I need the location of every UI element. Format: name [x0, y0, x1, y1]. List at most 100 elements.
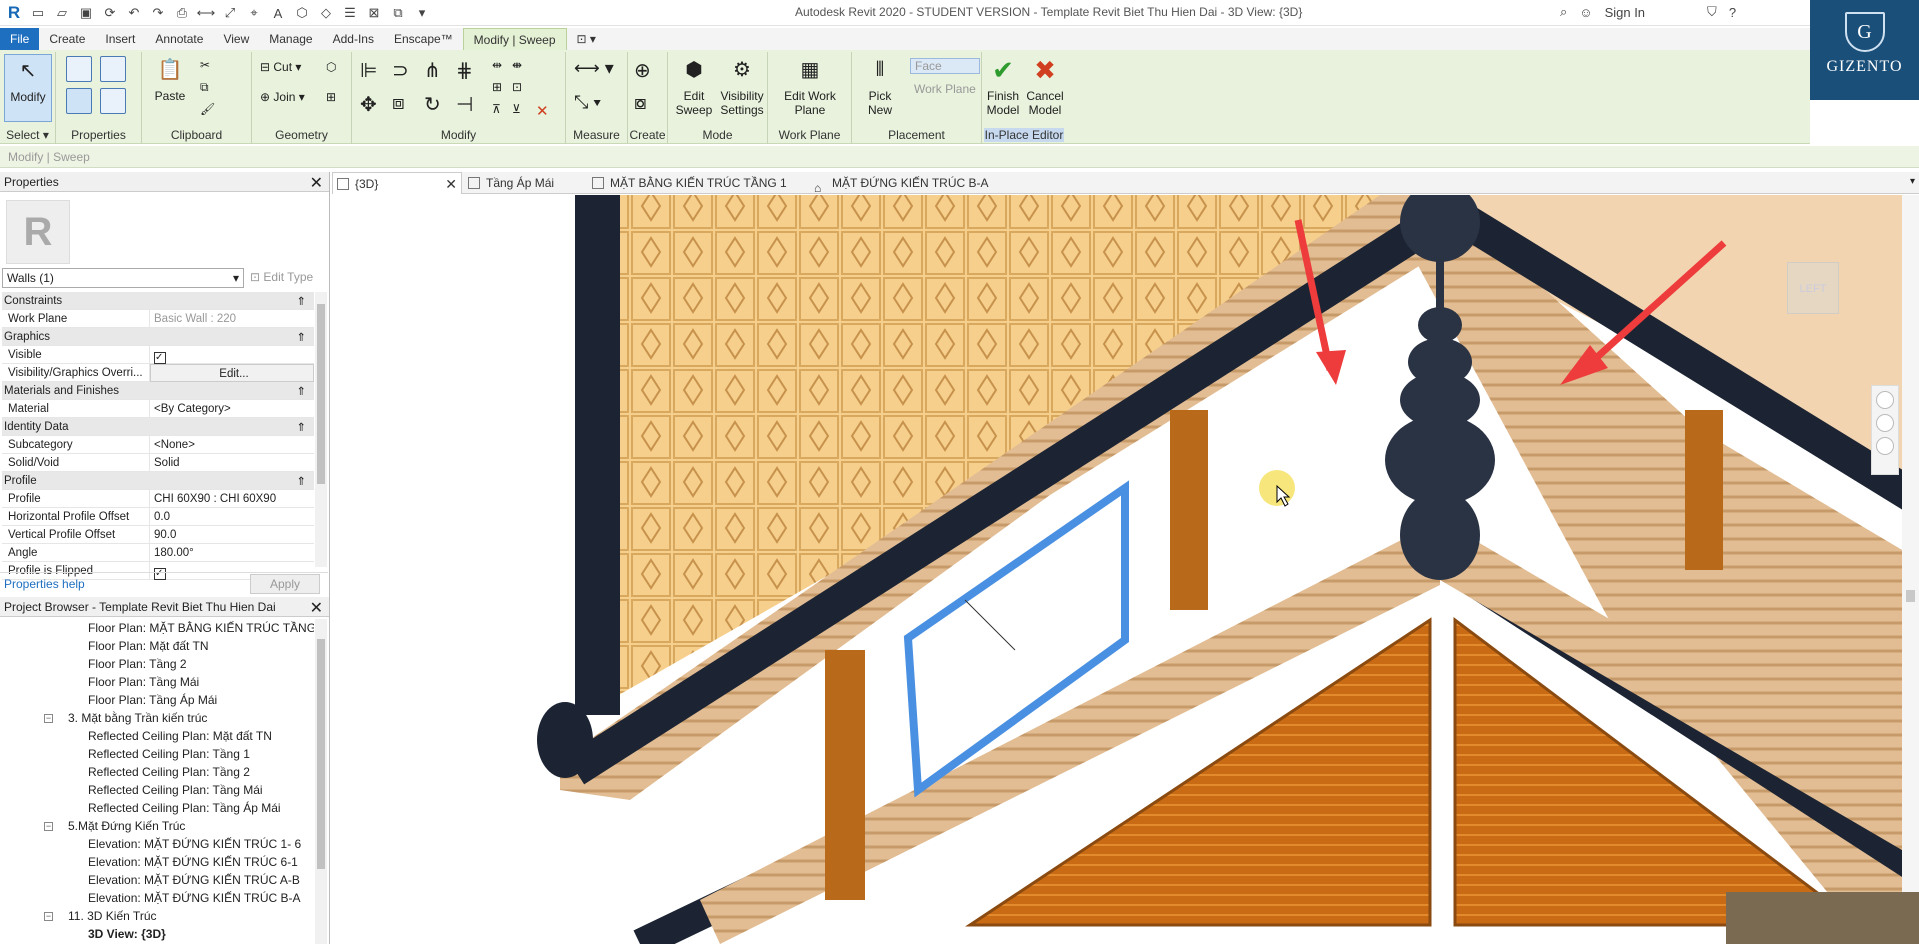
measure-between-icon[interactable]: ⟷ ▾	[574, 58, 614, 79]
join-geometry-button[interactable]: ⊕ Join ▾	[260, 90, 305, 104]
trim-icon[interactable]: ⊣	[456, 92, 473, 117]
work-plane-placement-button[interactable]: Work Plane	[910, 82, 976, 96]
apply-button[interactable]: Apply	[250, 574, 320, 594]
split-face-icon[interactable]: ⊞	[326, 90, 336, 104]
collapse-group-icon[interactable]: ⇑	[296, 294, 314, 308]
browser-item[interactable]: − 3. Mặt bằng Trần kiến trúc	[0, 709, 314, 727]
property-group[interactable]: Constraints ⇑	[2, 292, 314, 310]
3d-view-icon[interactable]: ⬡	[292, 3, 312, 23]
properties-icon[interactable]	[66, 88, 92, 114]
edit-work-plane-button[interactable]: ▦ Edit Work Plane	[782, 54, 838, 117]
type-properties-icon[interactable]	[66, 56, 92, 82]
browser-item[interactable]: 3D View: {3D}	[0, 925, 314, 943]
menu-create[interactable]: Create	[39, 28, 95, 50]
copy-element-icon[interactable]: ⧈	[392, 92, 405, 115]
orbit-icon[interactable]	[1876, 437, 1894, 455]
property-row[interactable]: Horizontal Profile Offset 0.0	[2, 507, 314, 526]
menu-modify-sweep[interactable]: Modify | Sweep	[462, 28, 567, 50]
property-row[interactable]: Profile CHI 60X90 : CHI 60X90	[2, 489, 314, 508]
browser-item[interactable]: Reflected Ceiling Plan: Mặt đất TN	[0, 727, 314, 745]
create-similar-icon[interactable]: ⊕	[634, 58, 651, 83]
property-row[interactable]: Visible ✓	[2, 345, 314, 364]
menu-add-ins[interactable]: Add-Ins	[323, 28, 384, 50]
property-row[interactable]: Material <By Category>	[2, 399, 314, 418]
cancel-model-button[interactable]: ✖ Cancel Model	[1024, 54, 1066, 117]
undo-icon[interactable]: ↶	[124, 3, 144, 23]
modify-button[interactable]: ↖ Modify	[4, 54, 52, 122]
tabs-menu-icon[interactable]: ▾	[1910, 176, 1915, 187]
wall-joins-icon[interactable]: ⬡	[326, 60, 336, 74]
align-icon[interactable]: ⊫	[360, 58, 377, 83]
property-value[interactable]: 0.0	[150, 508, 314, 526]
browser-item[interactable]: − 11. 3D Kiến Trúc	[0, 907, 314, 925]
property-value[interactable]: 180.00°	[150, 544, 314, 562]
property-value[interactable]: <None>	[150, 436, 314, 454]
browser-item[interactable]: Floor Plan: Tầng 2	[0, 655, 314, 673]
3d-viewport[interactable]	[332, 195, 1919, 944]
close-icon[interactable]: ✕	[310, 173, 323, 193]
menu-manage[interactable]: Manage	[259, 28, 322, 50]
aligned-dimension-icon[interactable]: ⤡ ▾	[574, 92, 601, 113]
section-icon[interactable]: ◇	[316, 3, 336, 23]
binoculars-icon[interactable]: ⌕	[1560, 4, 1567, 20]
edit-sweep-button[interactable]: ⬢ Edit Sweep	[670, 54, 718, 117]
redo-icon[interactable]: ↷	[148, 3, 168, 23]
menu-enscape[interactable]: Enscape™	[384, 28, 463, 50]
tag-icon[interactable]: ⌖	[244, 3, 264, 23]
3d-model-render[interactable]	[332, 195, 1919, 944]
menu-view[interactable]: View	[213, 28, 259, 50]
tab-3d[interactable]: {3D} ✕	[332, 172, 462, 194]
property-row[interactable]: Vertical Profile Offset 90.0	[2, 525, 314, 544]
browser-item[interactable]: Reflected Ceiling Plan: Tầng 2	[0, 763, 314, 781]
copy-icon[interactable]: ⧉	[200, 80, 209, 95]
visibility-settings-button[interactable]: ⚙ Visibility Settings	[718, 54, 766, 117]
browser-item[interactable]: Elevation: MẶT ĐỨNG KIẾN TRÚC 1- 6	[0, 835, 314, 853]
face-button[interactable]: Face	[910, 58, 980, 74]
offset-icon[interactable]: ⊃	[392, 58, 409, 83]
property-row[interactable]: Subcategory <None>	[2, 435, 314, 454]
user-icon[interactable]: ☺	[1579, 5, 1592, 20]
browser-item[interactable]: Elevation: MẶT ĐỨNG KIẾN TRÚC 6-1	[0, 853, 314, 871]
sign-in-link[interactable]: Sign In	[1605, 5, 1645, 20]
browser-item[interactable]: Floor Plan: MẶT BẰNG KIẾN TRÚC TẦNG 1	[0, 619, 314, 637]
rotate-icon[interactable]: ↻	[424, 92, 441, 117]
property-value[interactable]: 90.0	[150, 526, 314, 544]
pick-new-button[interactable]: ⫴ Pick New	[856, 54, 904, 117]
property-group[interactable]: Materials and Finishes ⇑	[2, 382, 314, 400]
finish-model-button[interactable]: ✔ Finish Model	[982, 54, 1024, 117]
browser-item[interactable]: Floor Plan: Mặt đất TN	[0, 637, 314, 655]
switch-windows-icon[interactable]: ⧉	[388, 3, 408, 23]
select-dropdown[interactable]: Select ▾	[0, 128, 55, 142]
print-icon[interactable]: ⎙	[172, 3, 192, 23]
cut-icon[interactable]: ✂	[200, 58, 210, 72]
menu-file[interactable]: File	[0, 28, 40, 50]
help-icon[interactable]: ?	[1729, 5, 1736, 20]
property-value[interactable]: Solid	[150, 454, 314, 472]
property-value[interactable]: CHI 60X90 : CHI 60X90	[150, 490, 314, 508]
save-icon[interactable]: ▣	[76, 3, 96, 23]
property-group[interactable]: Identity Data ⇑	[2, 418, 314, 436]
property-value[interactable]: Basic Wall : 220	[150, 310, 314, 328]
dimension-icon[interactable]: ⤢	[220, 3, 240, 23]
viewcube[interactable]: LEFT	[1787, 262, 1839, 314]
property-row[interactable]: Angle 180.00°	[2, 543, 314, 562]
edit-type-button[interactable]: ⊡ Edit Type	[250, 270, 313, 284]
browser-item[interactable]: Elevation: MẶT ĐỨNG KIẾN TRÚC A-B	[0, 871, 314, 889]
collapse-toggle-icon[interactable]: −	[44, 822, 53, 831]
browser-item[interactable]: Reflected Ceiling Plan: Tầng Mái	[0, 781, 314, 799]
cart-icon[interactable]: ⛉	[1707, 4, 1717, 20]
cut-geometry-button[interactable]: ⊟ Cut ▾	[260, 60, 301, 74]
move-icon[interactable]: ✥	[360, 92, 377, 117]
menu-annotate[interactable]: Annotate	[145, 28, 213, 50]
properties-scrollbar[interactable]	[315, 292, 327, 567]
property-group[interactable]: Graphics ⇑	[2, 328, 314, 346]
property-value[interactable]: <By Category>	[150, 400, 314, 418]
delete-icon[interactable]: ✕	[536, 102, 549, 120]
viewport-scrollbar[interactable]	[1902, 195, 1919, 944]
tab-tang-ap-mai[interactable]: Tầng Áp Mái	[464, 172, 584, 194]
thin-lines-icon[interactable]: ☰	[340, 3, 360, 23]
menu-insert[interactable]: Insert	[95, 28, 145, 50]
property-group[interactable]: Profile ⇑	[2, 472, 314, 490]
collapse-group-icon[interactable]: ⇑	[296, 474, 314, 488]
family-types-icon[interactable]	[100, 56, 126, 82]
